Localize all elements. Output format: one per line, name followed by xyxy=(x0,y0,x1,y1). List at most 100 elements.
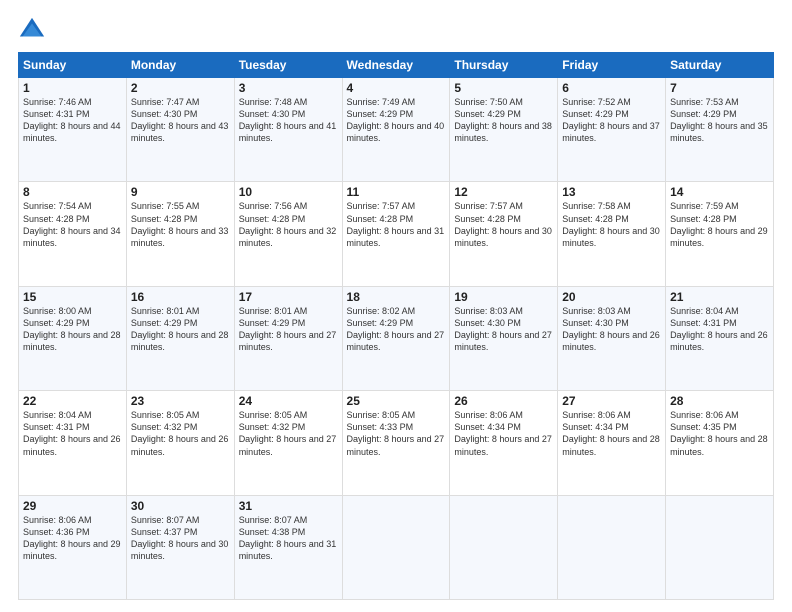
calendar-cell: 20Sunrise: 8:03 AMSunset: 4:30 PMDayligh… xyxy=(558,286,666,390)
day-number: 11 xyxy=(347,185,446,199)
day-number: 27 xyxy=(562,394,661,408)
calendar-cell: 14Sunrise: 7:59 AMSunset: 4:28 PMDayligh… xyxy=(666,182,774,286)
calendar-cell: 9Sunrise: 7:55 AMSunset: 4:28 PMDaylight… xyxy=(126,182,234,286)
col-header-saturday: Saturday xyxy=(666,53,774,78)
col-header-monday: Monday xyxy=(126,53,234,78)
logo-icon xyxy=(18,16,46,44)
day-info: Sunrise: 8:04 AMSunset: 4:31 PMDaylight:… xyxy=(23,409,122,458)
day-info: Sunrise: 8:07 AMSunset: 4:38 PMDaylight:… xyxy=(239,514,338,563)
calendar-cell: 29Sunrise: 8:06 AMSunset: 4:36 PMDayligh… xyxy=(19,495,127,599)
day-info: Sunrise: 8:00 AMSunset: 4:29 PMDaylight:… xyxy=(23,305,122,354)
calendar-table: SundayMondayTuesdayWednesdayThursdayFrid… xyxy=(18,52,774,600)
calendar-cell: 8Sunrise: 7:54 AMSunset: 4:28 PMDaylight… xyxy=(19,182,127,286)
day-info: Sunrise: 7:46 AMSunset: 4:31 PMDaylight:… xyxy=(23,96,122,145)
day-info: Sunrise: 7:50 AMSunset: 4:29 PMDaylight:… xyxy=(454,96,553,145)
calendar-cell: 31Sunrise: 8:07 AMSunset: 4:38 PMDayligh… xyxy=(234,495,342,599)
col-header-tuesday: Tuesday xyxy=(234,53,342,78)
day-number: 26 xyxy=(454,394,553,408)
calendar-cell: 13Sunrise: 7:58 AMSunset: 4:28 PMDayligh… xyxy=(558,182,666,286)
day-number: 17 xyxy=(239,290,338,304)
day-number: 9 xyxy=(131,185,230,199)
day-info: Sunrise: 8:03 AMSunset: 4:30 PMDaylight:… xyxy=(562,305,661,354)
col-header-sunday: Sunday xyxy=(19,53,127,78)
day-number: 14 xyxy=(670,185,769,199)
day-info: Sunrise: 7:48 AMSunset: 4:30 PMDaylight:… xyxy=(239,96,338,145)
day-info: Sunrise: 8:06 AMSunset: 4:34 PMDaylight:… xyxy=(562,409,661,458)
day-number: 2 xyxy=(131,81,230,95)
day-number: 8 xyxy=(23,185,122,199)
day-info: Sunrise: 8:05 AMSunset: 4:33 PMDaylight:… xyxy=(347,409,446,458)
calendar-cell: 4Sunrise: 7:49 AMSunset: 4:29 PMDaylight… xyxy=(342,78,450,182)
day-number: 30 xyxy=(131,499,230,513)
calendar-cell xyxy=(342,495,450,599)
day-info: Sunrise: 7:52 AMSunset: 4:29 PMDaylight:… xyxy=(562,96,661,145)
day-number: 20 xyxy=(562,290,661,304)
calendar-cell: 12Sunrise: 7:57 AMSunset: 4:28 PMDayligh… xyxy=(450,182,558,286)
day-number: 25 xyxy=(347,394,446,408)
calendar-cell: 6Sunrise: 7:52 AMSunset: 4:29 PMDaylight… xyxy=(558,78,666,182)
calendar-cell: 15Sunrise: 8:00 AMSunset: 4:29 PMDayligh… xyxy=(19,286,127,390)
day-number: 21 xyxy=(670,290,769,304)
day-number: 5 xyxy=(454,81,553,95)
col-header-thursday: Thursday xyxy=(450,53,558,78)
calendar-cell: 21Sunrise: 8:04 AMSunset: 4:31 PMDayligh… xyxy=(666,286,774,390)
day-info: Sunrise: 8:06 AMSunset: 4:36 PMDaylight:… xyxy=(23,514,122,563)
day-number: 23 xyxy=(131,394,230,408)
day-info: Sunrise: 8:01 AMSunset: 4:29 PMDaylight:… xyxy=(239,305,338,354)
day-info: Sunrise: 7:47 AMSunset: 4:30 PMDaylight:… xyxy=(131,96,230,145)
calendar-cell: 10Sunrise: 7:56 AMSunset: 4:28 PMDayligh… xyxy=(234,182,342,286)
col-header-wednesday: Wednesday xyxy=(342,53,450,78)
day-number: 19 xyxy=(454,290,553,304)
calendar-cell: 24Sunrise: 8:05 AMSunset: 4:32 PMDayligh… xyxy=(234,391,342,495)
day-info: Sunrise: 7:57 AMSunset: 4:28 PMDaylight:… xyxy=(454,200,553,249)
day-info: Sunrise: 8:01 AMSunset: 4:29 PMDaylight:… xyxy=(131,305,230,354)
calendar-cell: 3Sunrise: 7:48 AMSunset: 4:30 PMDaylight… xyxy=(234,78,342,182)
calendar-row-2: 15Sunrise: 8:00 AMSunset: 4:29 PMDayligh… xyxy=(19,286,774,390)
calendar-cell: 26Sunrise: 8:06 AMSunset: 4:34 PMDayligh… xyxy=(450,391,558,495)
calendar-cell: 16Sunrise: 8:01 AMSunset: 4:29 PMDayligh… xyxy=(126,286,234,390)
day-number: 13 xyxy=(562,185,661,199)
calendar-row-4: 29Sunrise: 8:06 AMSunset: 4:36 PMDayligh… xyxy=(19,495,774,599)
calendar-cell: 27Sunrise: 8:06 AMSunset: 4:34 PMDayligh… xyxy=(558,391,666,495)
calendar-cell: 23Sunrise: 8:05 AMSunset: 4:32 PMDayligh… xyxy=(126,391,234,495)
day-number: 29 xyxy=(23,499,122,513)
day-number: 6 xyxy=(562,81,661,95)
day-number: 7 xyxy=(670,81,769,95)
calendar-cell: 11Sunrise: 7:57 AMSunset: 4:28 PMDayligh… xyxy=(342,182,450,286)
day-number: 15 xyxy=(23,290,122,304)
calendar-cell: 22Sunrise: 8:04 AMSunset: 4:31 PMDayligh… xyxy=(19,391,127,495)
day-info: Sunrise: 7:49 AMSunset: 4:29 PMDaylight:… xyxy=(347,96,446,145)
day-info: Sunrise: 8:07 AMSunset: 4:37 PMDaylight:… xyxy=(131,514,230,563)
day-info: Sunrise: 8:04 AMSunset: 4:31 PMDaylight:… xyxy=(670,305,769,354)
header xyxy=(18,16,774,44)
day-info: Sunrise: 7:54 AMSunset: 4:28 PMDaylight:… xyxy=(23,200,122,249)
calendar-cell: 7Sunrise: 7:53 AMSunset: 4:29 PMDaylight… xyxy=(666,78,774,182)
calendar-cell: 2Sunrise: 7:47 AMSunset: 4:30 PMDaylight… xyxy=(126,78,234,182)
day-number: 12 xyxy=(454,185,553,199)
day-info: Sunrise: 7:56 AMSunset: 4:28 PMDaylight:… xyxy=(239,200,338,249)
day-info: Sunrise: 8:05 AMSunset: 4:32 PMDaylight:… xyxy=(131,409,230,458)
calendar-cell xyxy=(666,495,774,599)
day-info: Sunrise: 7:58 AMSunset: 4:28 PMDaylight:… xyxy=(562,200,661,249)
day-number: 22 xyxy=(23,394,122,408)
day-number: 16 xyxy=(131,290,230,304)
calendar-row-3: 22Sunrise: 8:04 AMSunset: 4:31 PMDayligh… xyxy=(19,391,774,495)
calendar-cell xyxy=(558,495,666,599)
day-number: 4 xyxy=(347,81,446,95)
day-info: Sunrise: 8:02 AMSunset: 4:29 PMDaylight:… xyxy=(347,305,446,354)
calendar-cell: 1Sunrise: 7:46 AMSunset: 4:31 PMDaylight… xyxy=(19,78,127,182)
calendar-cell: 5Sunrise: 7:50 AMSunset: 4:29 PMDaylight… xyxy=(450,78,558,182)
day-info: Sunrise: 7:57 AMSunset: 4:28 PMDaylight:… xyxy=(347,200,446,249)
day-info: Sunrise: 8:03 AMSunset: 4:30 PMDaylight:… xyxy=(454,305,553,354)
day-number: 28 xyxy=(670,394,769,408)
page: SundayMondayTuesdayWednesdayThursdayFrid… xyxy=(0,0,792,612)
calendar-cell: 19Sunrise: 8:03 AMSunset: 4:30 PMDayligh… xyxy=(450,286,558,390)
day-info: Sunrise: 7:55 AMSunset: 4:28 PMDaylight:… xyxy=(131,200,230,249)
day-number: 18 xyxy=(347,290,446,304)
calendar-row-1: 8Sunrise: 7:54 AMSunset: 4:28 PMDaylight… xyxy=(19,182,774,286)
day-info: Sunrise: 8:05 AMSunset: 4:32 PMDaylight:… xyxy=(239,409,338,458)
day-info: Sunrise: 7:53 AMSunset: 4:29 PMDaylight:… xyxy=(670,96,769,145)
calendar-cell: 18Sunrise: 8:02 AMSunset: 4:29 PMDayligh… xyxy=(342,286,450,390)
day-number: 31 xyxy=(239,499,338,513)
calendar-cell: 30Sunrise: 8:07 AMSunset: 4:37 PMDayligh… xyxy=(126,495,234,599)
